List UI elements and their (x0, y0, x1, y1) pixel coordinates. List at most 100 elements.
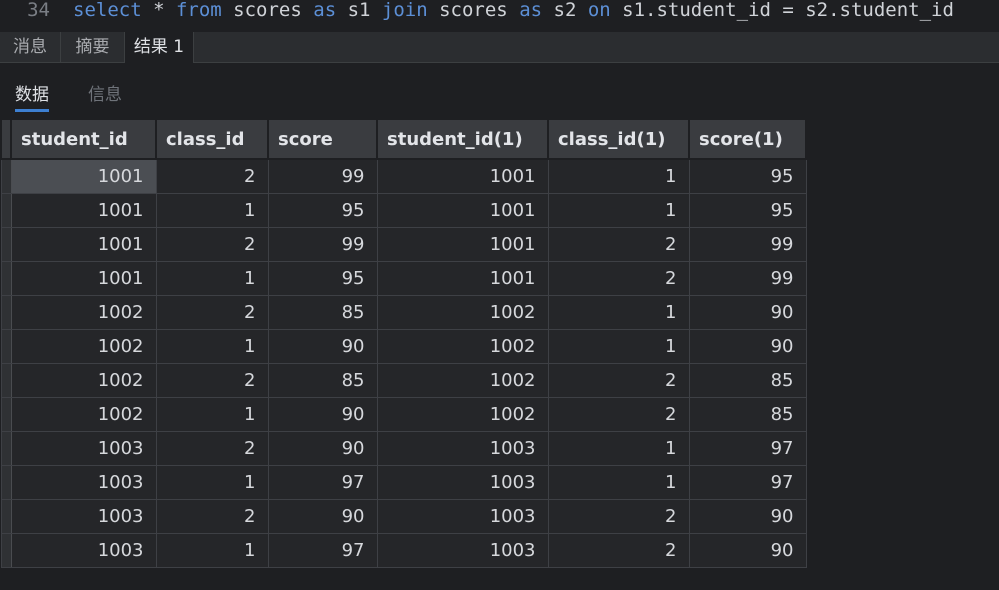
table-cell[interactable]: 1003 (10, 465, 157, 500)
column-header-score1[interactable]: score(1) (688, 118, 807, 160)
table-cell[interactable]: 90 (688, 295, 807, 330)
table-cell[interactable]: 1 (155, 329, 269, 364)
column-header-score[interactable]: score (267, 118, 378, 160)
row-selector[interactable] (0, 499, 12, 534)
table-cell[interactable]: 97 (688, 431, 807, 466)
table-cell[interactable]: 85 (688, 363, 807, 398)
column-header-class-id[interactable]: class_id (155, 118, 269, 160)
table-cell[interactable]: 1 (155, 261, 269, 296)
table-cell[interactable]: 99 (688, 261, 807, 296)
row-selector[interactable] (0, 193, 12, 228)
table-cell[interactable]: 95 (688, 158, 807, 194)
table-cell[interactable]: 2 (547, 499, 690, 534)
table-cell[interactable]: 90 (688, 499, 807, 534)
table-cell[interactable]: 1 (547, 193, 690, 228)
table-cell[interactable]: 90 (267, 431, 378, 466)
table-cell[interactable]: 85 (688, 397, 807, 432)
table-cell[interactable]: 1 (155, 533, 269, 568)
table-cell[interactable]: 2 (155, 158, 269, 194)
table-cell[interactable]: 2 (547, 261, 690, 296)
row-selector[interactable] (0, 295, 12, 330)
table-cell[interactable]: 1 (155, 193, 269, 228)
table-cell[interactable]: 1001 (376, 158, 549, 194)
sql-editor-line[interactable]: 34 select * from scores as s1 join score… (0, 0, 999, 30)
table-cell[interactable]: 99 (688, 227, 807, 262)
table-cell[interactable]: 1002 (376, 329, 549, 364)
table-cell[interactable]: 1001 (10, 193, 157, 228)
table-cell[interactable]: 1002 (376, 295, 549, 330)
table-cell[interactable]: 1003 (10, 431, 157, 466)
table-cell[interactable]: 2 (155, 227, 269, 262)
table-cell[interactable]: 1003 (376, 431, 549, 466)
column-header-student-id[interactable]: student_id (10, 118, 157, 160)
table-cell[interactable]: 1002 (10, 329, 157, 364)
table-cell[interactable]: 99 (267, 158, 378, 194)
table-cell[interactable]: 95 (688, 193, 807, 228)
tab-result-1[interactable]: 结果 1 (125, 32, 194, 63)
table-cell[interactable]: 1002 (10, 295, 157, 330)
table-cell[interactable]: 1 (547, 431, 690, 466)
table-cell[interactable]: 90 (688, 533, 807, 568)
table-cell[interactable]: 2 (547, 397, 690, 432)
row-selector[interactable] (0, 397, 12, 432)
table-row[interactable]: 1001 2 99 1001 1 95 (0, 158, 807, 194)
row-selector[interactable] (0, 533, 12, 568)
table-cell[interactable]: 1001 (376, 261, 549, 296)
table-cell[interactable]: 90 (267, 329, 378, 364)
table-row[interactable]: 1002 1 90 1002 2 85 (0, 397, 807, 432)
table-row[interactable]: 1003 1 97 1003 2 90 (0, 533, 807, 568)
table-cell[interactable]: 1002 (376, 363, 549, 398)
table-cell[interactable]: 1002 (10, 397, 157, 432)
column-header-class-id1[interactable]: class_id(1) (547, 118, 690, 160)
tab-messages[interactable]: 消息 (0, 32, 61, 62)
table-cell[interactable]: 1003 (376, 499, 549, 534)
table-cell[interactable]: 90 (267, 397, 378, 432)
table-cell[interactable]: 2 (155, 431, 269, 466)
row-selector[interactable] (0, 261, 12, 296)
table-row[interactable]: 1002 1 90 1002 1 90 (0, 329, 807, 364)
table-cell[interactable]: 1001 (10, 261, 157, 296)
table-cell[interactable]: 2 (547, 363, 690, 398)
table-cell[interactable]: 1 (155, 465, 269, 500)
table-cell[interactable]: 2 (155, 363, 269, 398)
table-cell[interactable]: 1 (155, 397, 269, 432)
table-cell[interactable]: 1001 (376, 227, 549, 262)
table-cell[interactable]: 1003 (10, 499, 157, 534)
table-cell[interactable]: 85 (267, 363, 378, 398)
table-row[interactable]: 1003 2 90 1003 1 97 (0, 431, 807, 466)
table-row[interactable]: 1001 2 99 1001 2 99 (0, 227, 807, 262)
table-cell[interactable]: 1002 (376, 397, 549, 432)
table-cell[interactable]: 95 (267, 261, 378, 296)
table-cell[interactable]: 1 (547, 329, 690, 364)
table-cell[interactable]: 1001 (376, 193, 549, 228)
table-cell[interactable]: 97 (688, 465, 807, 500)
table-row[interactable]: 1003 2 90 1003 2 90 (0, 499, 807, 534)
table-cell[interactable]: 1 (547, 295, 690, 330)
table-cell[interactable]: 95 (267, 193, 378, 228)
row-selector[interactable] (0, 227, 12, 262)
table-row[interactable]: 1003 1 97 1003 1 97 (0, 465, 807, 500)
table-cell[interactable]: 97 (267, 533, 378, 568)
table-cell[interactable]: 2 (547, 533, 690, 568)
table-row[interactable]: 1001 1 95 1001 1 95 (0, 193, 807, 228)
sql-query[interactable]: select * from scores as s1 join scores a… (73, 0, 954, 20)
table-cell[interactable]: 1001 (10, 227, 157, 262)
subtab-data[interactable]: 数据 (15, 80, 49, 112)
table-cell[interactable]: 2 (155, 295, 269, 330)
table-row[interactable]: 1002 2 85 1002 2 85 (0, 363, 807, 398)
table-cell[interactable]: 1003 (376, 533, 549, 568)
table-cell[interactable]: 90 (267, 499, 378, 534)
row-selector[interactable] (0, 465, 12, 500)
row-selector[interactable] (0, 431, 12, 466)
table-cell[interactable]: 1002 (10, 363, 157, 398)
table-cell[interactable]: 1003 (10, 533, 157, 568)
table-cell[interactable]: 1 (547, 158, 690, 194)
table-cell[interactable]: 1001 (10, 158, 157, 194)
table-cell[interactable]: 85 (267, 295, 378, 330)
row-selector[interactable] (0, 329, 12, 364)
subtab-info[interactable]: 信息 (88, 80, 122, 109)
table-cell[interactable]: 1003 (376, 465, 549, 500)
table-row[interactable]: 1002 2 85 1002 1 90 (0, 295, 807, 330)
column-header-student-id1[interactable]: student_id(1) (376, 118, 549, 160)
table-cell[interactable]: 99 (267, 227, 378, 262)
